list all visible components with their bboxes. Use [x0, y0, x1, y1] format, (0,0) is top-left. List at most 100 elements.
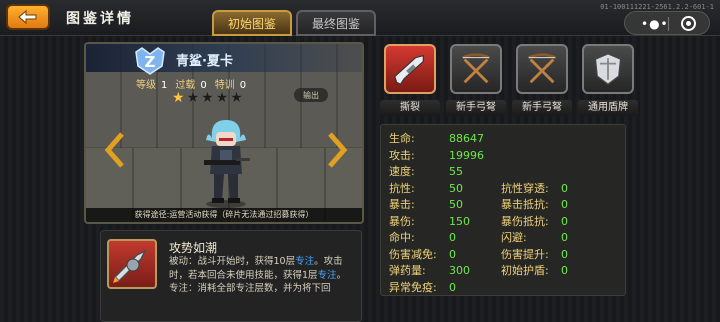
stat-row: 弹药量: 300 [389, 263, 470, 278]
stat-label: 伤害提升: [501, 247, 549, 261]
next-character-arrow-icon[interactable] [326, 132, 348, 168]
game-screen: 图鉴详情 初始图鉴 最终图鉴 01-100111221-2561.2.2-601… [0, 0, 720, 322]
star-icon: ★ [201, 90, 214, 106]
stat-label: 暴击抵抗: [501, 198, 549, 211]
stat-row: 暴击抵抗: 0 [501, 197, 568, 212]
breakthrough-info: 过载 0 [175, 80, 207, 91]
stat-row: 暴击: 50 [389, 197, 463, 212]
stat-label: 暴击: [389, 198, 415, 211]
stat-value: 50 [449, 181, 463, 195]
version-text: 01-100111221-2561.2.2-601-1 [600, 3, 714, 11]
stat-label: 速度: [389, 165, 415, 178]
training-info: 特训 0 [214, 80, 247, 91]
info-row: 等级 1 过载 0 特训 0 [136, 76, 246, 91]
stat-value: 300 [449, 264, 470, 277]
star-icon: ★ [215, 90, 229, 106]
keyword-focus: 专注 [317, 269, 337, 281]
stat-row: 伤害减免: 0 [389, 247, 456, 262]
equipment-slot[interactable]: 通用盾牌 [578, 42, 640, 116]
stat-label: 闪避: [501, 231, 527, 244]
shield-icon [582, 44, 634, 94]
equipment-slot[interactable]: 撕裂 [380, 42, 442, 116]
tab-final-codex[interactable]: 最终图鉴 [296, 10, 376, 36]
skill-icon[interactable] [107, 239, 157, 289]
stat-value: 0 [561, 214, 568, 228]
stat-label: 暴伤抵抗: [501, 214, 549, 228]
miniprogram-capsule: •●• [624, 11, 710, 35]
missile-icon [113, 249, 147, 283]
stat-row: 闪避: 0 [501, 230, 568, 245]
stat-row: 命中: 0 [389, 230, 456, 245]
stat-value: 0 [561, 247, 568, 261]
close-target-icon[interactable] [681, 16, 696, 31]
stat-row: 攻击: 19996 [389, 148, 484, 163]
crossbow-icon [516, 44, 568, 94]
stat-row: 速度: 55 [389, 164, 463, 179]
stat-value: 150 [449, 214, 470, 228]
back-arrow-icon [18, 9, 37, 25]
star-icon: ★ [186, 90, 200, 106]
level-info: 等级 1 [136, 80, 168, 91]
obtain-bar: 获得途径:运营活动获得（碎片无法通过招募获得） [86, 208, 362, 222]
stat-value: 55 [449, 165, 463, 178]
stat-row: 初始护盾: 0 [501, 263, 568, 278]
skill-description: 被动：战斗开始时，获得10层专注。攻击时，若本回合未使用技能，获得1层专注。 专… [169, 256, 347, 294]
star-icon: ★ [230, 90, 243, 106]
character-name: 青鲨·夏卡 [176, 54, 233, 69]
stat-row: 抗性: 50 [389, 181, 463, 196]
stat-label: 命中: [389, 231, 415, 244]
stat-value: 0 [561, 181, 568, 195]
stat-label: 抗性穿透: [501, 181, 549, 195]
stat-value: 0 [561, 231, 568, 244]
equipment-strip: 撕裂 新手弓弩 新手弓弩 通用盾牌 [380, 42, 642, 116]
character-sprite [204, 120, 250, 208]
stat-value: 0 [449, 231, 456, 244]
role-tag: 输出 [294, 88, 328, 102]
equipment-label: 新手弓弩 [446, 100, 506, 116]
stat-value: 19996 [449, 148, 484, 162]
star-rating: ★ ★ ★ ★ ★ [172, 90, 243, 106]
stat-value: 0 [449, 247, 456, 261]
stat-value: 0 [561, 264, 568, 277]
stat-label: 生命: [389, 132, 415, 145]
keyword-focus: 专注 [295, 256, 315, 267]
stat-label: 暴伤: [389, 214, 415, 228]
stat-label: 抗性: [389, 181, 415, 195]
obtain-method-text: 获得途径:运营活动获得（碎片无法通过招募获得） [134, 210, 314, 219]
character-panel: Z 青鲨·夏卡 等级 1 过载 0 特训 0 ★ ★ ★ ★ ★ 输出 获得途径… [84, 42, 364, 224]
stat-row: 异常免疫: 0 [389, 280, 456, 295]
equipment-slot[interactable]: 新手弓弩 [512, 42, 574, 116]
stat-row: 生命: 88647 [389, 131, 484, 146]
crossbow-icon [450, 44, 502, 94]
skill-name: 攻势如潮 [169, 241, 218, 255]
capsule-divider [668, 17, 669, 31]
stat-row: 抗性穿透: 0 [501, 181, 568, 196]
stat-label: 弹药量: [389, 264, 426, 277]
skill-panel: 攻势如潮 被动：战斗开始时，获得10层专注。攻击时，若本回合未使用技能，获得1层… [100, 230, 362, 322]
back-button[interactable] [6, 4, 50, 30]
stat-value: 50 [449, 198, 463, 211]
stat-value: 0 [449, 280, 456, 294]
equipment-label: 撕裂 [380, 100, 440, 116]
stats-panel: 生命: 88647 攻击: 19996 速度: 55 抗性: 50 暴击: 50 暴伤: 150 命中:… [380, 124, 626, 296]
more-icon[interactable]: •●• [641, 17, 669, 31]
stat-label: 伤害减免: [389, 247, 437, 261]
tab-initial-codex[interactable]: 初始图鉴 [212, 10, 292, 36]
stat-label: 攻击: [389, 148, 415, 162]
equipment-slot[interactable]: 新手弓弩 [446, 42, 508, 116]
equipment-label: 通用盾牌 [578, 100, 638, 116]
rifle-icon [384, 44, 436, 94]
page-title: 图鉴详情 [66, 11, 134, 27]
top-bar: 图鉴详情 初始图鉴 最终图鉴 01-100111221-2561.2.2-601… [0, 0, 720, 36]
rank-badge-icon: Z [135, 47, 165, 75]
stat-label: 初始护盾: [501, 264, 549, 277]
stat-value: 88647 [449, 132, 484, 145]
stat-value: 0 [561, 198, 568, 211]
stat-row: 暴伤抵抗: 0 [501, 214, 568, 229]
equipment-label: 新手弓弩 [512, 100, 572, 116]
prev-character-arrow-icon[interactable] [104, 132, 126, 168]
rank-letter: Z [145, 53, 156, 71]
stat-row: 暴伤: 150 [389, 214, 470, 229]
star-icon: ★ [172, 90, 185, 106]
stat-row: 伤害提升: 0 [501, 247, 568, 262]
